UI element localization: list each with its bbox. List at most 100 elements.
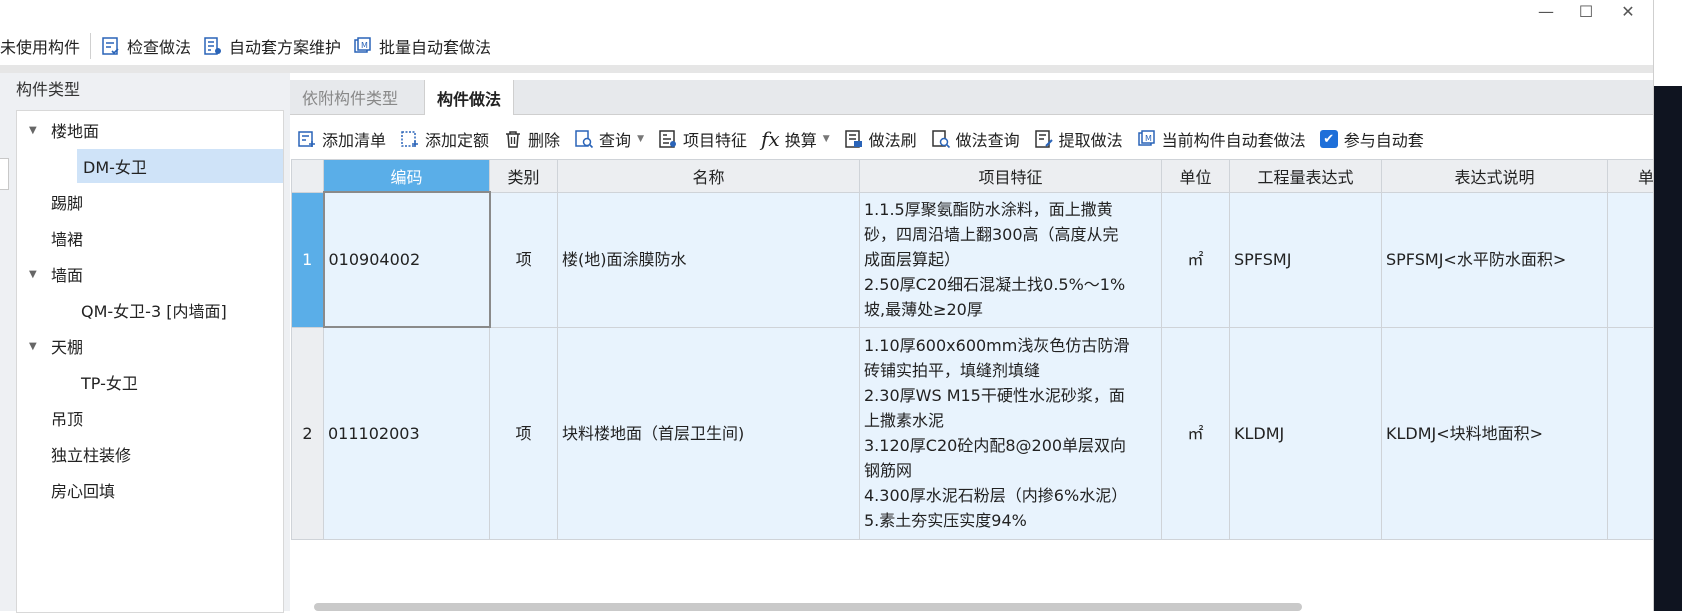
column-header-features[interactable]: 项目特征 — [859, 159, 1162, 193]
code-cell[interactable]: 010904002 — [322, 191, 491, 328]
method-brush-button[interactable]: 做法刷 — [837, 127, 924, 151]
add-quota-icon — [401, 131, 419, 147]
column-header-category[interactable]: 类别 — [489, 159, 558, 193]
delete-button[interactable]: 删除 — [496, 127, 567, 151]
query-button[interactable]: 查询 ▼ — [567, 127, 651, 151]
batch-auto-apply-button[interactable]: M 批量自动套做法 — [347, 29, 497, 63]
auto-apply-icon: M — [1137, 130, 1155, 146]
tree-item-label: 房心回填 — [51, 482, 116, 501]
method-query-label: 做法查询 — [955, 131, 1020, 150]
tree-item-dado[interactable]: 墙裙 — [51, 221, 83, 255]
tree-item-label: 吊顶 — [51, 410, 84, 429]
close-icon: ✕ — [1621, 1, 1635, 21]
expression-desc-cell[interactable]: SPFSMJ<水平防水面积> — [1381, 191, 1608, 328]
tree-item-dm-women-restroom[interactable]: DM-女卫 — [77, 149, 283, 183]
expression-cell[interactable]: KLDMJ — [1229, 326, 1382, 540]
feature-line: 3.120厚C20砼内配8@200单层双向 — [864, 436, 1127, 455]
tree-item-suspended-ceiling[interactable]: 吊顶 — [51, 401, 83, 435]
tree-item-label: 天棚 — [51, 338, 84, 357]
svg-text:M: M — [1145, 134, 1152, 143]
participate-auto-checkbox[interactable]: ✔ 参与自动套 — [1313, 127, 1431, 151]
unit-cell[interactable]: ㎡ — [1161, 191, 1230, 328]
minimize-icon: — — [1538, 1, 1554, 21]
column-header-expression[interactable]: 工程量表达式 — [1229, 159, 1382, 193]
feature-line: 4.300厚水泥石粉层（内掺6%水泥） — [864, 486, 1128, 505]
truncated-cell[interactable] — [1607, 191, 1656, 328]
table-row[interactable]: 2 011102003 项 块料楼地面（首层卫生间) 1.10厚600x600m… — [291, 326, 1656, 540]
name-cell[interactable]: 楼(地)面涂膜防水 — [557, 191, 860, 328]
row-number[interactable]: 1 — [291, 191, 324, 328]
background-window-slice — [1654, 86, 1682, 611]
caret-down-icon: ▼ — [29, 268, 37, 280]
feature-icon — [659, 130, 676, 148]
convert-label: 换算 — [784, 131, 817, 150]
column-header-expression-desc[interactable]: 表达式说明 — [1381, 159, 1608, 193]
check-method-button[interactable]: 检查做法 — [95, 29, 197, 63]
column-header-code[interactable]: 编码 — [323, 159, 490, 193]
name-cell[interactable]: 块料楼地面（首层卫生间) — [557, 326, 860, 540]
tree-item-backfill[interactable]: 房心回填 — [51, 473, 115, 507]
check-list-icon — [102, 37, 119, 55]
feature-line: 砖铺实拍平，填缝剂填缝 — [864, 361, 1041, 380]
caret-down-icon: ▼ — [29, 124, 37, 136]
toolbar-separator-band — [0, 65, 1654, 73]
category-cell[interactable]: 项 — [489, 326, 558, 540]
minimize-button[interactable]: — — [1526, 0, 1566, 22]
tree-item-skirting[interactable]: 踢脚 — [51, 185, 83, 219]
tree-item-tp-women-restroom[interactable]: TP-女卫 — [81, 365, 138, 399]
tree-item-label: TP-女卫 — [81, 374, 138, 393]
tab-bar: 依附构件类型 构件做法 — [290, 80, 1654, 115]
feature-line: 成面层算起） — [864, 250, 961, 269]
toolbar-divider — [90, 33, 92, 59]
extract-method-button[interactable]: 提取做法 — [1027, 127, 1130, 151]
feature-line: 2.30厚WS M15干硬性水泥砂浆，面 — [864, 386, 1125, 405]
add-quota-button[interactable]: 添加定额 — [393, 127, 496, 151]
tab-attached-component-type[interactable]: 依附构件类型 — [290, 80, 410, 114]
unit-cell[interactable]: ㎡ — [1161, 326, 1230, 540]
maximize-button[interactable]: ☐ — [1566, 0, 1606, 22]
query-icon — [575, 130, 594, 149]
column-header-name[interactable]: 名称 — [557, 159, 860, 193]
column-header-truncated[interactable]: 单 — [1607, 159, 1656, 193]
add-quota-label: 添加定额 — [425, 131, 490, 150]
add-list-label: 添加清单 — [322, 131, 387, 150]
table-header: 编码 类别 名称 项目特征 单位 工程量表达式 表达式说明 单 — [291, 159, 1656, 193]
column-header-unit[interactable]: 单位 — [1161, 159, 1230, 193]
row-number-header — [291, 159, 324, 193]
tree-item-label: DM-女卫 — [83, 158, 147, 177]
tree-item-column-finish[interactable]: 独立柱装修 — [51, 437, 131, 471]
trash-icon — [506, 131, 521, 148]
row-number[interactable]: 2 — [291, 326, 324, 540]
tree-item-floor[interactable]: ▼ 楼地面 — [29, 113, 99, 147]
auto-scheme-maintenance-button[interactable]: 自动套方案维护 — [197, 29, 347, 63]
expression-desc-cell[interactable]: KLDMJ<块料地面积> — [1381, 326, 1608, 540]
category-cell[interactable]: 项 — [489, 191, 558, 328]
tab-component-method[interactable]: 构件做法 — [424, 80, 515, 115]
item-feature-button[interactable]: 项目特征 — [651, 127, 754, 151]
tree-item-wall-surface[interactable]: ▼ 墙面 — [29, 257, 83, 291]
current-auto-apply-button[interactable]: M 当前构件自动套做法 — [1130, 127, 1313, 151]
features-cell[interactable]: 1.1.5厚聚氨酯防水涂料，面上撒黄 砂，四周沿墙上翻300高（高度从完 成面层… — [859, 191, 1162, 328]
convert-button[interactable]: fx 换算 ▼ — [754, 127, 837, 151]
unused-components-button[interactable]: 未使用构件 — [0, 29, 86, 63]
auto-scheme-maintenance-label: 自动套方案维护 — [229, 38, 342, 57]
truncated-cell[interactable] — [1607, 326, 1656, 540]
method-query-icon — [931, 130, 950, 149]
horizontal-scrollbar[interactable] — [314, 603, 1302, 611]
check-method-label: 检查做法 — [127, 38, 192, 57]
table-row[interactable]: 1 010904002 项 楼(地)面涂膜防水 1.1.5厚聚氨酯防水涂料，面上… — [291, 191, 1656, 328]
dropdown-arrow-icon: ▼ — [637, 134, 644, 144]
batch-apply-icon: M — [354, 37, 371, 53]
tree-item-qm-women-restroom[interactable]: QM-女卫-3 [内墙面] — [81, 293, 227, 327]
method-query-button[interactable]: 做法查询 — [924, 127, 1027, 151]
add-list-button[interactable]: 添加清单 — [290, 127, 393, 151]
extract-method-label: 提取做法 — [1058, 131, 1123, 150]
feature-line: 1.1.5厚聚氨酯防水涂料，面上撒黄 — [864, 200, 1113, 219]
features-cell[interactable]: 1.10厚600x600mm浅灰色仿古防滑 砖铺实拍平，填缝剂填缝 2.30厚W… — [859, 326, 1162, 540]
code-cell[interactable]: 011102003 — [323, 326, 490, 540]
method-brush-icon — [844, 130, 862, 148]
tree-item-ceiling[interactable]: ▼ 天棚 — [29, 329, 83, 363]
close-button[interactable]: ✕ — [1608, 0, 1648, 22]
delete-label: 删除 — [528, 131, 561, 150]
expression-cell[interactable]: SPFSMJ — [1229, 191, 1382, 328]
